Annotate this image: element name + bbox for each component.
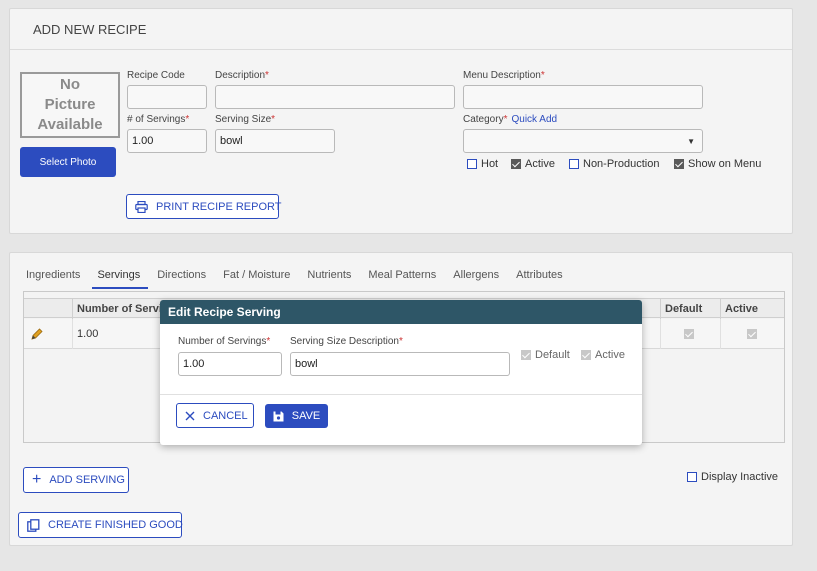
checkbox-box[interactable] [521, 350, 531, 360]
checkbox-box[interactable] [467, 159, 477, 169]
photo-placeholder: No Picture Available [20, 72, 120, 138]
checkbox-box[interactable] [581, 350, 591, 360]
floppy-disk-icon [273, 411, 284, 421]
show-on-menu-checkbox[interactable]: Show on Menu [674, 158, 761, 170]
default-cell [660, 319, 720, 349]
print-recipe-report-button[interactable]: PRINT RECIPE REPORT [126, 194, 282, 219]
non-production-checkbox[interactable]: Non-Production [569, 158, 659, 170]
create-finished-good-button[interactable]: CREATE FINISHED GOOD [18, 512, 183, 538]
dialog-active-checkbox[interactable]: Active [581, 349, 625, 361]
checkbox-box[interactable] [511, 159, 521, 169]
active-checkbox [746, 329, 757, 339]
save-button[interactable]: SAVE [265, 404, 328, 428]
dialog-num-servings-input[interactable]: 1.00 [178, 352, 282, 376]
cancel-button[interactable]: CANCEL [176, 403, 254, 428]
checkbox-box[interactable] [674, 159, 684, 169]
quick-add-link[interactable]: Quick Add [511, 114, 557, 125]
hot-checkbox[interactable]: Hot [467, 158, 498, 170]
description-label: Description* [215, 70, 269, 81]
tab-ingredients[interactable]: Ingredients [25, 268, 88, 289]
description-input[interactable] [215, 85, 455, 109]
default-checkbox [683, 329, 694, 339]
printer-icon [135, 200, 148, 213]
tab-meal-patterns[interactable]: Meal Patterns [367, 268, 444, 289]
recipe-tabs: Ingredients Servings Directions Fat / Mo… [25, 268, 579, 289]
num-servings-input[interactable]: 1.00 [127, 129, 207, 153]
tab-fat-moisture[interactable]: Fat / Moisture [222, 268, 298, 289]
tab-servings[interactable]: Servings [92, 268, 149, 289]
close-icon [185, 411, 195, 420]
category-label: Category* Quick Add [463, 114, 558, 125]
column-header-active[interactable]: Active [720, 299, 786, 319]
dialog-default-checkbox[interactable]: Default [521, 349, 570, 361]
add-serving-button[interactable]: + ADD SERVING [23, 467, 129, 493]
plus-icon: + [32, 471, 42, 488]
checkbox-box[interactable] [569, 159, 579, 169]
category-select[interactable]: ▼ [463, 129, 703, 153]
tab-attributes[interactable]: Attributes [515, 268, 570, 289]
dialog-num-servings-label: Number of Servings* [178, 336, 271, 347]
display-inactive-checkbox[interactable]: Display Inactive [687, 471, 778, 483]
divider [10, 49, 792, 50]
edit-serving-dialog: Edit Recipe Serving Number of Servings* … [160, 300, 642, 445]
pencil-icon[interactable] [30, 327, 44, 341]
tab-allergens[interactable]: Allergens [452, 268, 507, 289]
dialog-desc-input[interactable]: bowl [290, 352, 510, 376]
dialog-desc-label: Serving Size Description* [290, 336, 403, 347]
tab-directions[interactable]: Directions [156, 268, 214, 289]
copy-icon [27, 518, 40, 532]
active-checkbox[interactable]: Active [511, 158, 555, 170]
column-header-default[interactable]: Default [660, 299, 720, 319]
edit-row-cell[interactable] [24, 319, 72, 349]
tab-nutrients[interactable]: Nutrients [306, 268, 359, 289]
select-photo-button[interactable]: Select Photo [20, 147, 116, 177]
num-servings-label: # of Servings* [127, 114, 190, 125]
caret-down-icon: ▼ [687, 136, 695, 146]
menu-description-input[interactable] [463, 85, 703, 109]
divider [160, 394, 642, 395]
recipe-code-label: Recipe Code [127, 70, 185, 81]
checkbox-box[interactable] [687, 472, 697, 482]
serving-size-label: Serving Size* [215, 114, 276, 125]
serving-size-input[interactable]: bowl [215, 129, 335, 153]
dialog-title: Edit Recipe Serving [160, 300, 642, 324]
recipe-code-input[interactable] [127, 85, 207, 109]
active-cell [720, 319, 786, 349]
recipe-details-card: ADD NEW RECIPE No Picture Available Sele… [9, 8, 793, 234]
menu-description-label: Menu Description* [463, 70, 545, 81]
page-title: ADD NEW RECIPE [33, 22, 147, 37]
